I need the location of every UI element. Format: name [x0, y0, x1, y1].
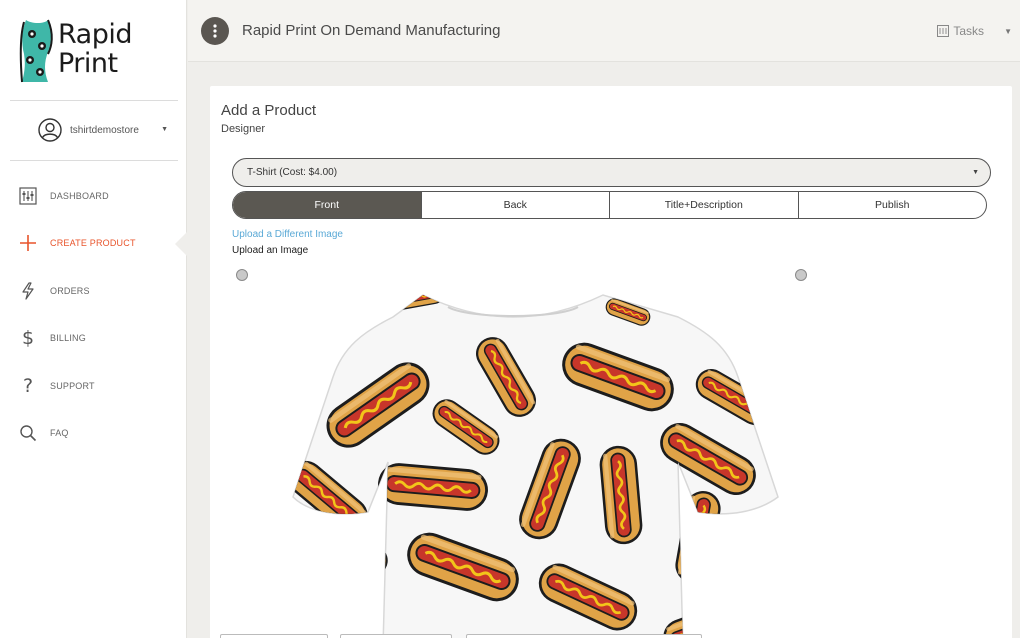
- sidebar-item-label: CREATE PRODUCT: [50, 238, 136, 249]
- sidebar-item-label: FAQ: [50, 428, 69, 439]
- dollar-icon: $: [21, 327, 35, 350]
- sidebar-item-faq[interactable]: FAQ: [0, 410, 186, 458]
- bottom-button[interactable]: [466, 634, 702, 638]
- tab-title-description[interactable]: Title+Description: [609, 192, 798, 218]
- card-subtitle: Designer: [221, 123, 266, 135]
- username: tshirtdemostore: [70, 124, 139, 136]
- resize-handle-right[interactable]: [795, 269, 807, 281]
- upload-different-image-link[interactable]: Upload a Different Image: [232, 229, 343, 240]
- tab-back[interactable]: Back: [420, 192, 610, 218]
- tshirt-preview-image[interactable]: [288, 287, 788, 638]
- brand-name: Rapid Print: [58, 19, 133, 79]
- sidebar-item-dashboard[interactable]: DASHBOARD: [0, 172, 186, 220]
- card-title: Add a Product: [221, 102, 317, 119]
- question-icon: ?: [22, 374, 34, 397]
- sidebar-item-label: SUPPORT: [50, 380, 95, 391]
- sidebar-item-support[interactable]: ? SUPPORT: [0, 362, 186, 410]
- torso-logo-icon: [19, 19, 53, 83]
- resize-handle-left[interactable]: [236, 269, 248, 281]
- rapid-print-logo[interactable]: Rapid Print: [18, 16, 138, 86]
- sidebar-item-label: DASHBOARD: [50, 190, 109, 201]
- sidebar-item-create-product[interactable]: CREATE PRODUCT: [0, 220, 187, 268]
- tasks-button[interactable]: Tasks: [937, 24, 984, 38]
- page-title: Rapid Print On Demand Manufacturing: [242, 22, 501, 39]
- dashboard-icon: [18, 185, 38, 207]
- user-menu[interactable]: tshirtdemostore ▼: [38, 117, 178, 143]
- tasks-label: Tasks: [953, 24, 984, 38]
- sidebar: Rapid Print tshirtdemostore ▼ DASHBOARD …: [0, 0, 187, 638]
- chevron-down-icon[interactable]: ▼: [161, 126, 168, 133]
- upload-image-label: Upload an Image: [232, 245, 309, 256]
- product-type-value: T-Shirt (Cost: $4.00): [247, 167, 338, 178]
- tasks-icon: [937, 25, 950, 37]
- designer-tabs: Front Back Title+Description Publish: [232, 191, 987, 219]
- divider: [10, 100, 178, 101]
- sidebar-item-orders[interactable]: ORDERS: [0, 267, 186, 315]
- add-product-card: Add a Product Designer T-Shirt (Cost: $4…: [210, 86, 1012, 638]
- more-menu-button[interactable]: [201, 17, 229, 45]
- bottom-button[interactable]: [220, 634, 328, 638]
- chevron-down-icon: ▼: [972, 169, 979, 176]
- divider: [10, 160, 178, 161]
- sidebar-item-label: BILLING: [50, 333, 86, 344]
- tab-publish[interactable]: Publish: [797, 192, 987, 218]
- search-icon: [18, 422, 38, 444]
- top-bar: Rapid Print On Demand Manufacturing Task…: [188, 0, 1020, 62]
- user-avatar-icon: [38, 118, 62, 142]
- sidebar-nav: DASHBOARD CREATE PRODUCT ORDERS $ BILLIN…: [0, 172, 187, 458]
- plus-icon: [18, 232, 38, 254]
- sidebar-item-label: ORDERS: [50, 285, 90, 296]
- tab-front[interactable]: Front: [233, 192, 421, 218]
- sidebar-item-billing[interactable]: $ BILLING: [0, 315, 186, 363]
- bottom-button[interactable]: [340, 634, 452, 638]
- vertical-dots-icon: [213, 24, 217, 38]
- lightning-icon: [18, 280, 38, 302]
- product-type-select[interactable]: T-Shirt (Cost: $4.00) ▼: [232, 158, 991, 187]
- chevron-down-icon[interactable]: ▼: [1004, 27, 1012, 36]
